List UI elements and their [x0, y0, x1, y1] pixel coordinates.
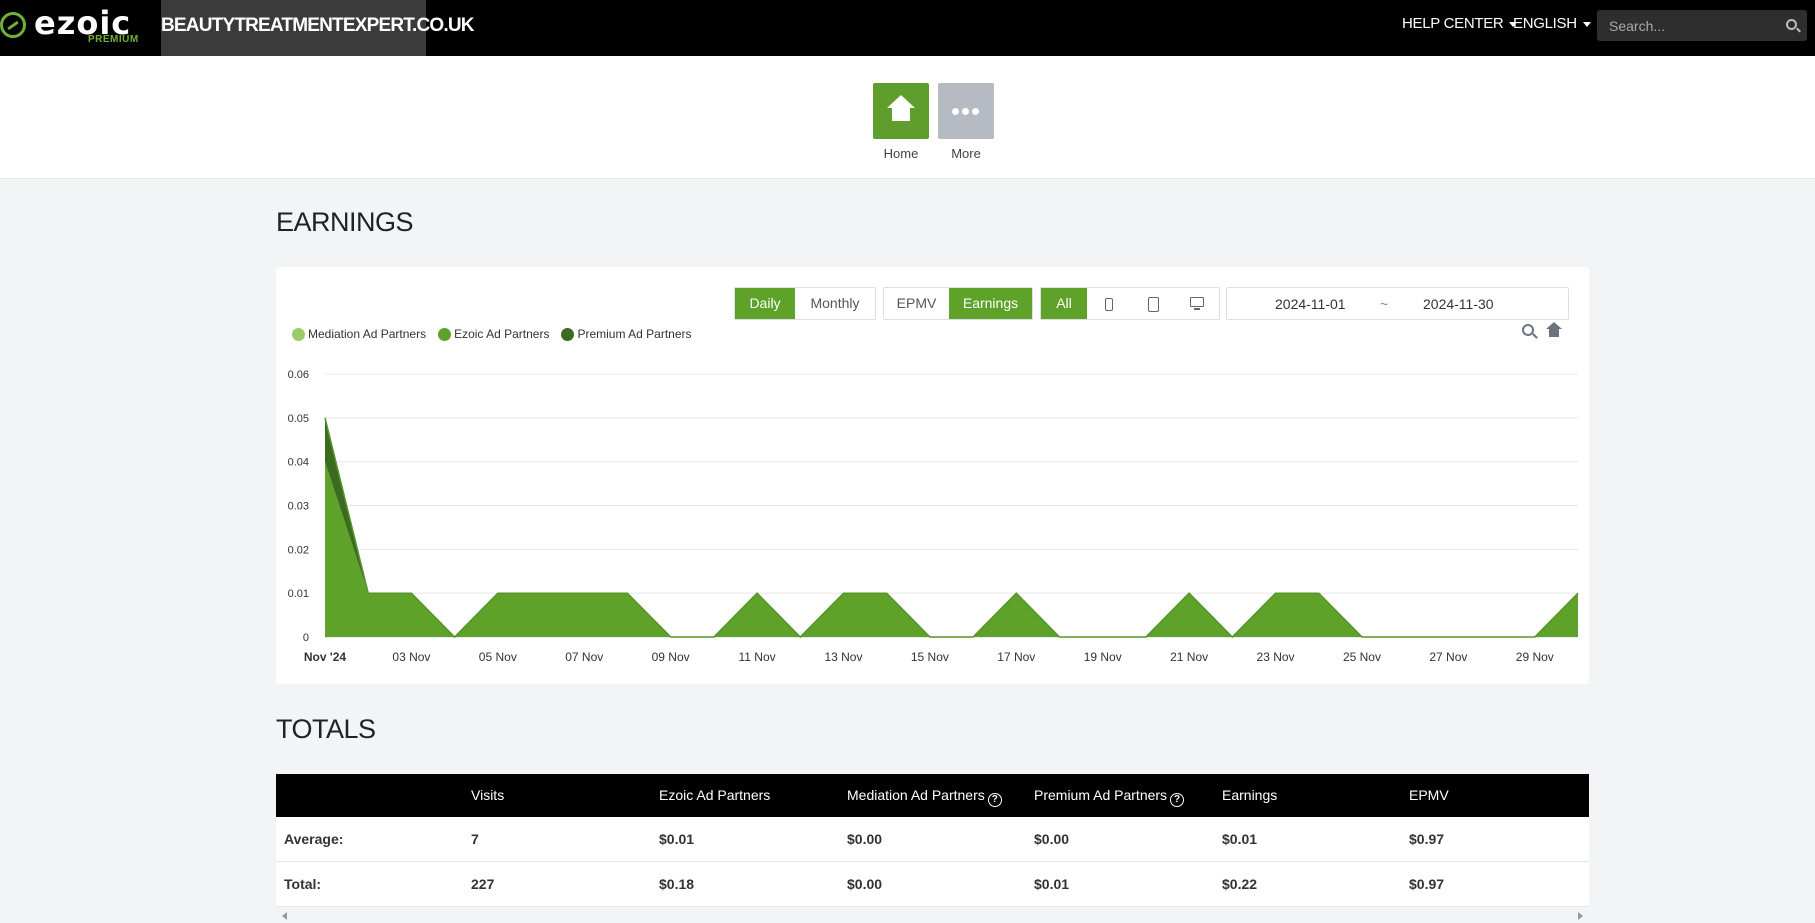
totals-header-row: Visits Ezoic Ad Partners Mediation Ad Pa…: [276, 774, 1589, 817]
x-tick-label: Nov '24: [304, 650, 347, 664]
earnings-chart-card: Daily Monthly EPMV Earnings All 2024-11-…: [276, 267, 1589, 684]
earnings-title: EARNINGS: [276, 207, 414, 237]
home-tile[interactable]: [873, 83, 929, 139]
y-tick-label: 0: [303, 632, 309, 644]
column-header-label: Premium Ad Partners: [1034, 787, 1168, 803]
search-input[interactable]: [1597, 10, 1777, 41]
cell-premium: $0.01: [1034, 876, 1070, 892]
y-tick-label: 0.06: [288, 369, 309, 381]
cell-earnings: $0.22: [1222, 876, 1258, 892]
cell-visits: 7: [471, 831, 479, 847]
cell-epmv: $0.97: [1409, 876, 1445, 892]
y-tick-label: 0.05: [288, 413, 309, 425]
cell-premium: $0.00: [1034, 831, 1070, 847]
totals-table: Visits Ezoic Ad Partners Mediation Ad Pa…: [276, 774, 1589, 907]
scroll-right-icon[interactable]: [1578, 912, 1583, 920]
sub-nav: Home More: [0, 56, 1815, 179]
caret-down-icon: [1582, 21, 1591, 27]
cell-mediation: $0.00: [847, 831, 883, 847]
cell-ezoic: $0.01: [659, 831, 695, 847]
x-tick-label: 09 Nov: [652, 650, 690, 664]
help-center-dropdown[interactable]: HELP CENTER: [1402, 15, 1518, 32]
horizontal-scrollbar[interactable]: [276, 908, 1589, 923]
cell-visits: 227: [471, 876, 495, 892]
ezoic-logo[interactable]: ezoic PREMIUM: [0, 4, 140, 50]
x-tick-label: 17 Nov: [997, 650, 1035, 664]
y-tick-label: 0.02: [288, 544, 309, 556]
x-tick-label: 29 Nov: [1516, 650, 1554, 664]
table-row: Total: 227 $0.18 $0.00 $0.01 $0.22 $0.97: [276, 862, 1589, 907]
column-header-ezoic: Ezoic Ad Partners: [659, 787, 771, 803]
column-header-epmv: EPMV: [1409, 787, 1449, 803]
home-label: Home: [883, 146, 919, 161]
y-tick-label: 0.04: [288, 457, 309, 469]
x-tick-label: 11 Nov: [738, 650, 775, 664]
x-tick-label: 13 Nov: [824, 650, 862, 664]
cell-earnings: $0.01: [1222, 831, 1258, 847]
y-tick-label: 0.01: [288, 588, 309, 600]
x-tick-label: 07 Nov: [565, 650, 603, 664]
scroll-left-icon[interactable]: [282, 912, 287, 920]
x-tick-label: 23 Nov: [1257, 650, 1295, 664]
search-icon[interactable]: [1786, 19, 1797, 30]
x-tick-label: 15 Nov: [911, 650, 949, 664]
ezoic-logo-mark-icon: [0, 12, 26, 38]
x-tick-label: 21 Nov: [1170, 650, 1208, 664]
column-header-label: Mediation Ad Partners: [847, 787, 985, 803]
nav-more[interactable]: More: [938, 83, 994, 161]
x-tick-label: 25 Nov: [1343, 650, 1381, 664]
row-label: Average:: [284, 831, 344, 847]
column-header-earnings: Earnings: [1222, 787, 1278, 803]
help-center-label: HELP CENTER: [1402, 15, 1504, 32]
site-selector[interactable]: BEAUTYTREATMENTEXPERT.CO.UK: [161, 0, 474, 56]
cell-ezoic: $0.18: [659, 876, 695, 892]
table-row: Average: 7 $0.01 $0.00 $0.00 $0.01 $0.97: [276, 817, 1589, 862]
x-tick-label: 05 Nov: [479, 650, 517, 664]
column-header-mediation: Mediation Ad Partners?: [847, 774, 1002, 817]
x-tick-label: 27 Nov: [1429, 650, 1467, 664]
logo-subtext: PREMIUM: [88, 34, 139, 45]
totals-title: TOTALS: [276, 714, 376, 744]
help-icon[interactable]: ?: [987, 793, 1002, 807]
x-tick-label: 19 Nov: [1084, 650, 1122, 664]
column-header-premium: Premium Ad Partners?: [1034, 774, 1185, 817]
nav-home[interactable]: Home: [873, 83, 929, 161]
y-tick-label: 0.03: [288, 501, 309, 513]
more-label: More: [951, 146, 981, 161]
home-icon: [887, 95, 915, 123]
more-tile[interactable]: [938, 83, 994, 139]
column-header-visits: Visits: [471, 787, 505, 803]
search-box: [1597, 10, 1807, 41]
help-icon[interactable]: ?: [1170, 793, 1185, 807]
x-tick-label: 03 Nov: [392, 650, 430, 664]
cell-epmv: $0.97: [1409, 831, 1445, 847]
row-label: Total:: [284, 876, 322, 892]
more-dots-icon: [952, 108, 980, 116]
cell-mediation: $0.00: [847, 876, 883, 892]
language-dropdown[interactable]: ENGLISH: [1513, 15, 1591, 32]
top-bar: ezoic PREMIUM BEAUTYTREATMENTEXPERT.CO.U…: [0, 0, 1815, 56]
earnings-area-chart: 0 0.01 0.02 0.03 0.04 0.05 0.06 Nov '24 03 Nov 05…: [288, 369, 1579, 664]
language-label: ENGLISH: [1513, 15, 1577, 32]
